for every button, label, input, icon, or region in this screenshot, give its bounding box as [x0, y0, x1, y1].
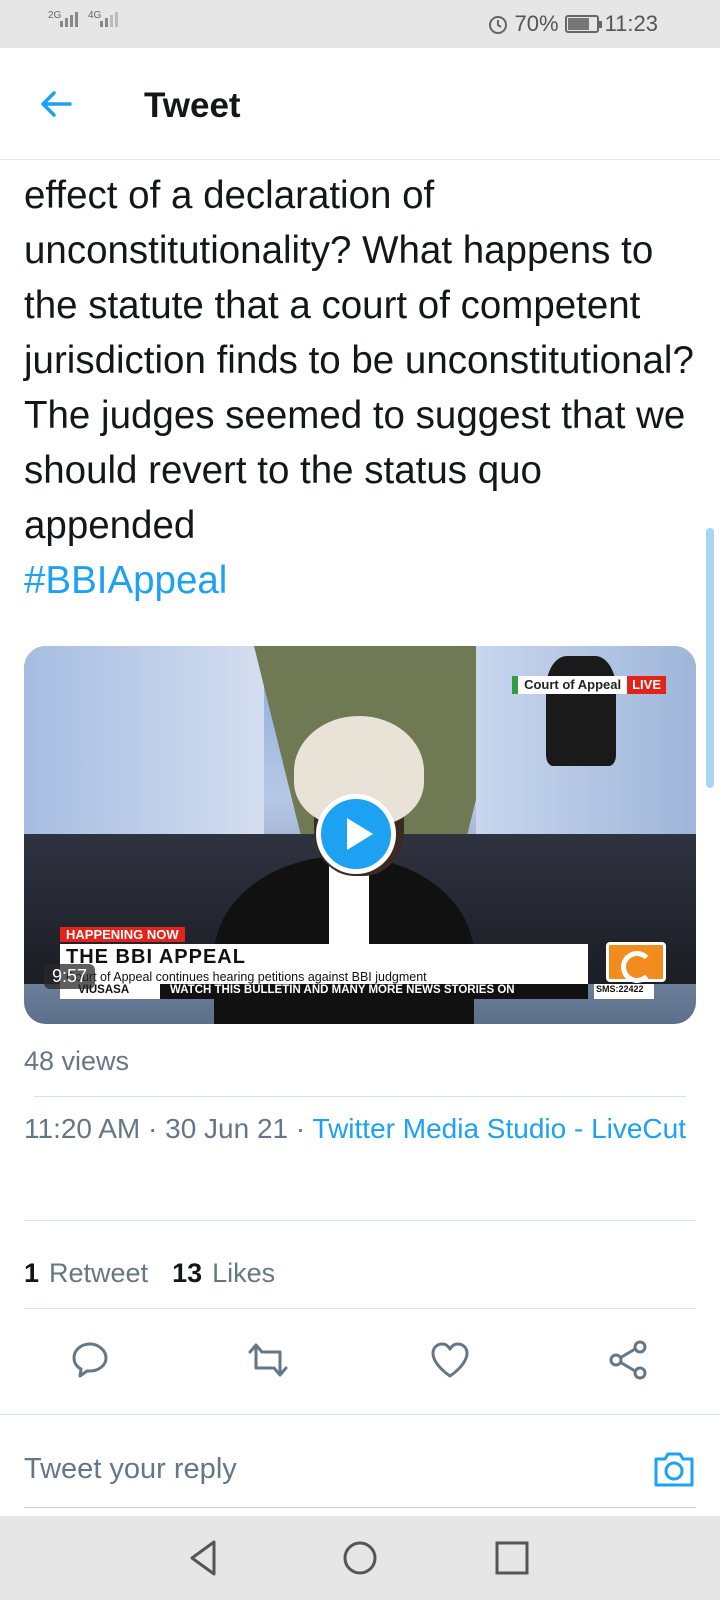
retweet-count: 1 [24, 1258, 40, 1288]
status-right: 70% 11:23 [487, 11, 658, 37]
tweet-date: 30 Jun 21 [165, 1113, 289, 1144]
scrollbar[interactable] [706, 528, 714, 788]
signal-icon: 2G [48, 10, 78, 27]
tweet-time: 11:20 AM [24, 1113, 141, 1144]
court-label: Court of Appeal [512, 676, 628, 694]
system-nav-bar [0, 1516, 720, 1600]
reply-bar: Tweet your reply [0, 1414, 720, 1514]
status-bar: 2G 4G 70% 11:23 [0, 0, 720, 48]
clock: 11:23 [604, 11, 658, 36]
channel-logo-icon [606, 942, 666, 983]
engagement-stats: 1 Retweet 13 Likes [24, 1258, 275, 1289]
news-ticker: VIUSASA WATCH THIS BULLETIN AND MANY MOR… [60, 984, 680, 999]
news-subline: Court of Appeal continues hearing petiti… [60, 970, 588, 984]
video-duration: 9:57 [44, 964, 96, 989]
play-button[interactable] [316, 794, 396, 874]
heart-icon[interactable] [428, 1338, 472, 1382]
tweet-meta: 11:20 AM · 30 Jun 21 · Twitter Media Stu… [24, 1113, 687, 1144]
reply-underline [24, 1507, 696, 1508]
tweet-text: effect of a declaration of unconstitutio… [24, 168, 704, 608]
hashtag-link[interactable]: #BBIAppeal [24, 553, 704, 608]
divider [24, 1308, 696, 1309]
source-link[interactable]: Twitter Media Studio - LiveCut [313, 1113, 687, 1144]
camera-icon[interactable] [652, 1447, 696, 1491]
back-arrow-icon[interactable] [36, 84, 76, 124]
news-lower-third: HAPPENING NOW THE BBI APPEAL Court of Ap… [60, 926, 680, 999]
likes-label: Likes [212, 1258, 276, 1288]
ticker-text: WATCH THIS BULLETIN AND MANY MORE NEWS S… [160, 984, 588, 999]
nav-recents-icon[interactable] [492, 1538, 532, 1578]
tweet-actions [0, 1338, 720, 1398]
retweet-stat[interactable]: 1 Retweet [24, 1258, 148, 1289]
court-live-tag: Court of Appeal LIVE [512, 676, 666, 694]
happening-now-label: HAPPENING NOW [60, 927, 185, 942]
page-title: Tweet [144, 86, 241, 125]
top-app-bar: Tweet [0, 48, 720, 160]
live-badge: LIVE [627, 676, 666, 694]
retweet-icon[interactable] [246, 1338, 290, 1382]
ticker-sms: SMS:22422 [594, 984, 654, 999]
divider [24, 1220, 696, 1221]
divider [34, 1096, 686, 1097]
speaker-image [546, 656, 616, 766]
tweet-body: effect of a declaration of unconstitutio… [24, 174, 694, 547]
battery-percent: 70% [514, 11, 559, 36]
network-type-label: 2G [48, 10, 62, 21]
nav-home-icon[interactable] [340, 1538, 380, 1578]
share-icon[interactable] [606, 1338, 650, 1382]
network-type-label: 4G [88, 10, 102, 21]
likes-count: 13 [172, 1258, 203, 1288]
likes-stat[interactable]: 13 Likes [172, 1258, 275, 1289]
retweet-label: Retweet [49, 1258, 149, 1288]
video-player[interactable]: Court of Appeal LIVE HAPPENING NOW THE B… [24, 646, 696, 1024]
reply-input[interactable]: Tweet your reply [24, 1453, 237, 1486]
nav-back-icon[interactable] [184, 1538, 224, 1578]
comment-icon[interactable] [68, 1338, 112, 1382]
view-count: 48 views [24, 1046, 130, 1076]
signal-indicators: 2G 4G [48, 10, 118, 27]
signal-icon: 4G [88, 10, 118, 27]
battery-icon [564, 15, 602, 33]
news-headline: THE BBI APPEAL [60, 944, 588, 970]
alarm-icon [488, 16, 507, 34]
